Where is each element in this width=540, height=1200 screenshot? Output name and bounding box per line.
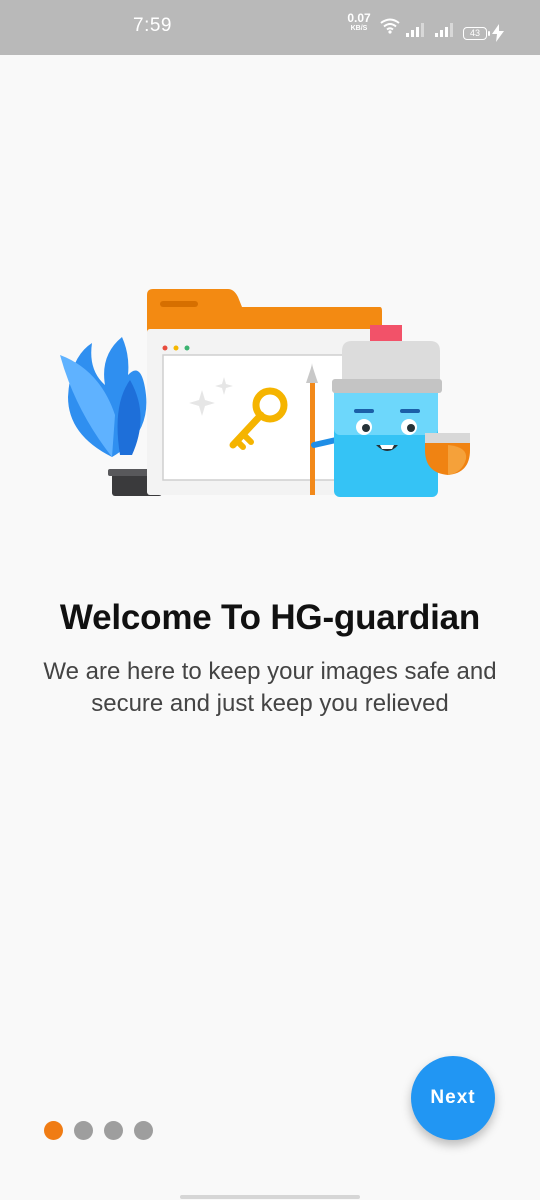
home-indicator[interactable] <box>180 1195 360 1199</box>
page-dot-3[interactable] <box>104 1121 123 1140</box>
network-speed: 0.07 KB/S <box>344 12 374 32</box>
welcome-title: Welcome To HG-guardian <box>59 598 481 637</box>
subtitle-line-1: We are here to keep your images safe and <box>43 658 497 685</box>
charging-icon <box>492 24 504 42</box>
network-speed-unit: KB/S <box>350 25 368 32</box>
next-button[interactable]: Next <box>411 1056 495 1140</box>
page-dot-2[interactable] <box>74 1121 93 1140</box>
signal-icon <box>435 23 453 37</box>
network-speed-value: 0.07 <box>347 11 371 25</box>
signal-icon <box>406 23 424 37</box>
status-bar: 7:59 0.07 KB/S 43 <box>0 0 540 55</box>
page-dot-1[interactable] <box>44 1121 63 1140</box>
subtitle-line-2: secure and just keep you relieved <box>91 690 449 717</box>
welcome-subtitle: We are here to keep your images safe and… <box>0 656 540 720</box>
battery-level: 43 <box>469 28 480 38</box>
onboarding-illustration <box>60 289 470 497</box>
status-time: 7:59 <box>133 15 172 36</box>
battery-icon: 43 <box>463 27 490 40</box>
page-dot-4[interactable] <box>134 1121 153 1140</box>
wifi-icon <box>380 18 400 34</box>
